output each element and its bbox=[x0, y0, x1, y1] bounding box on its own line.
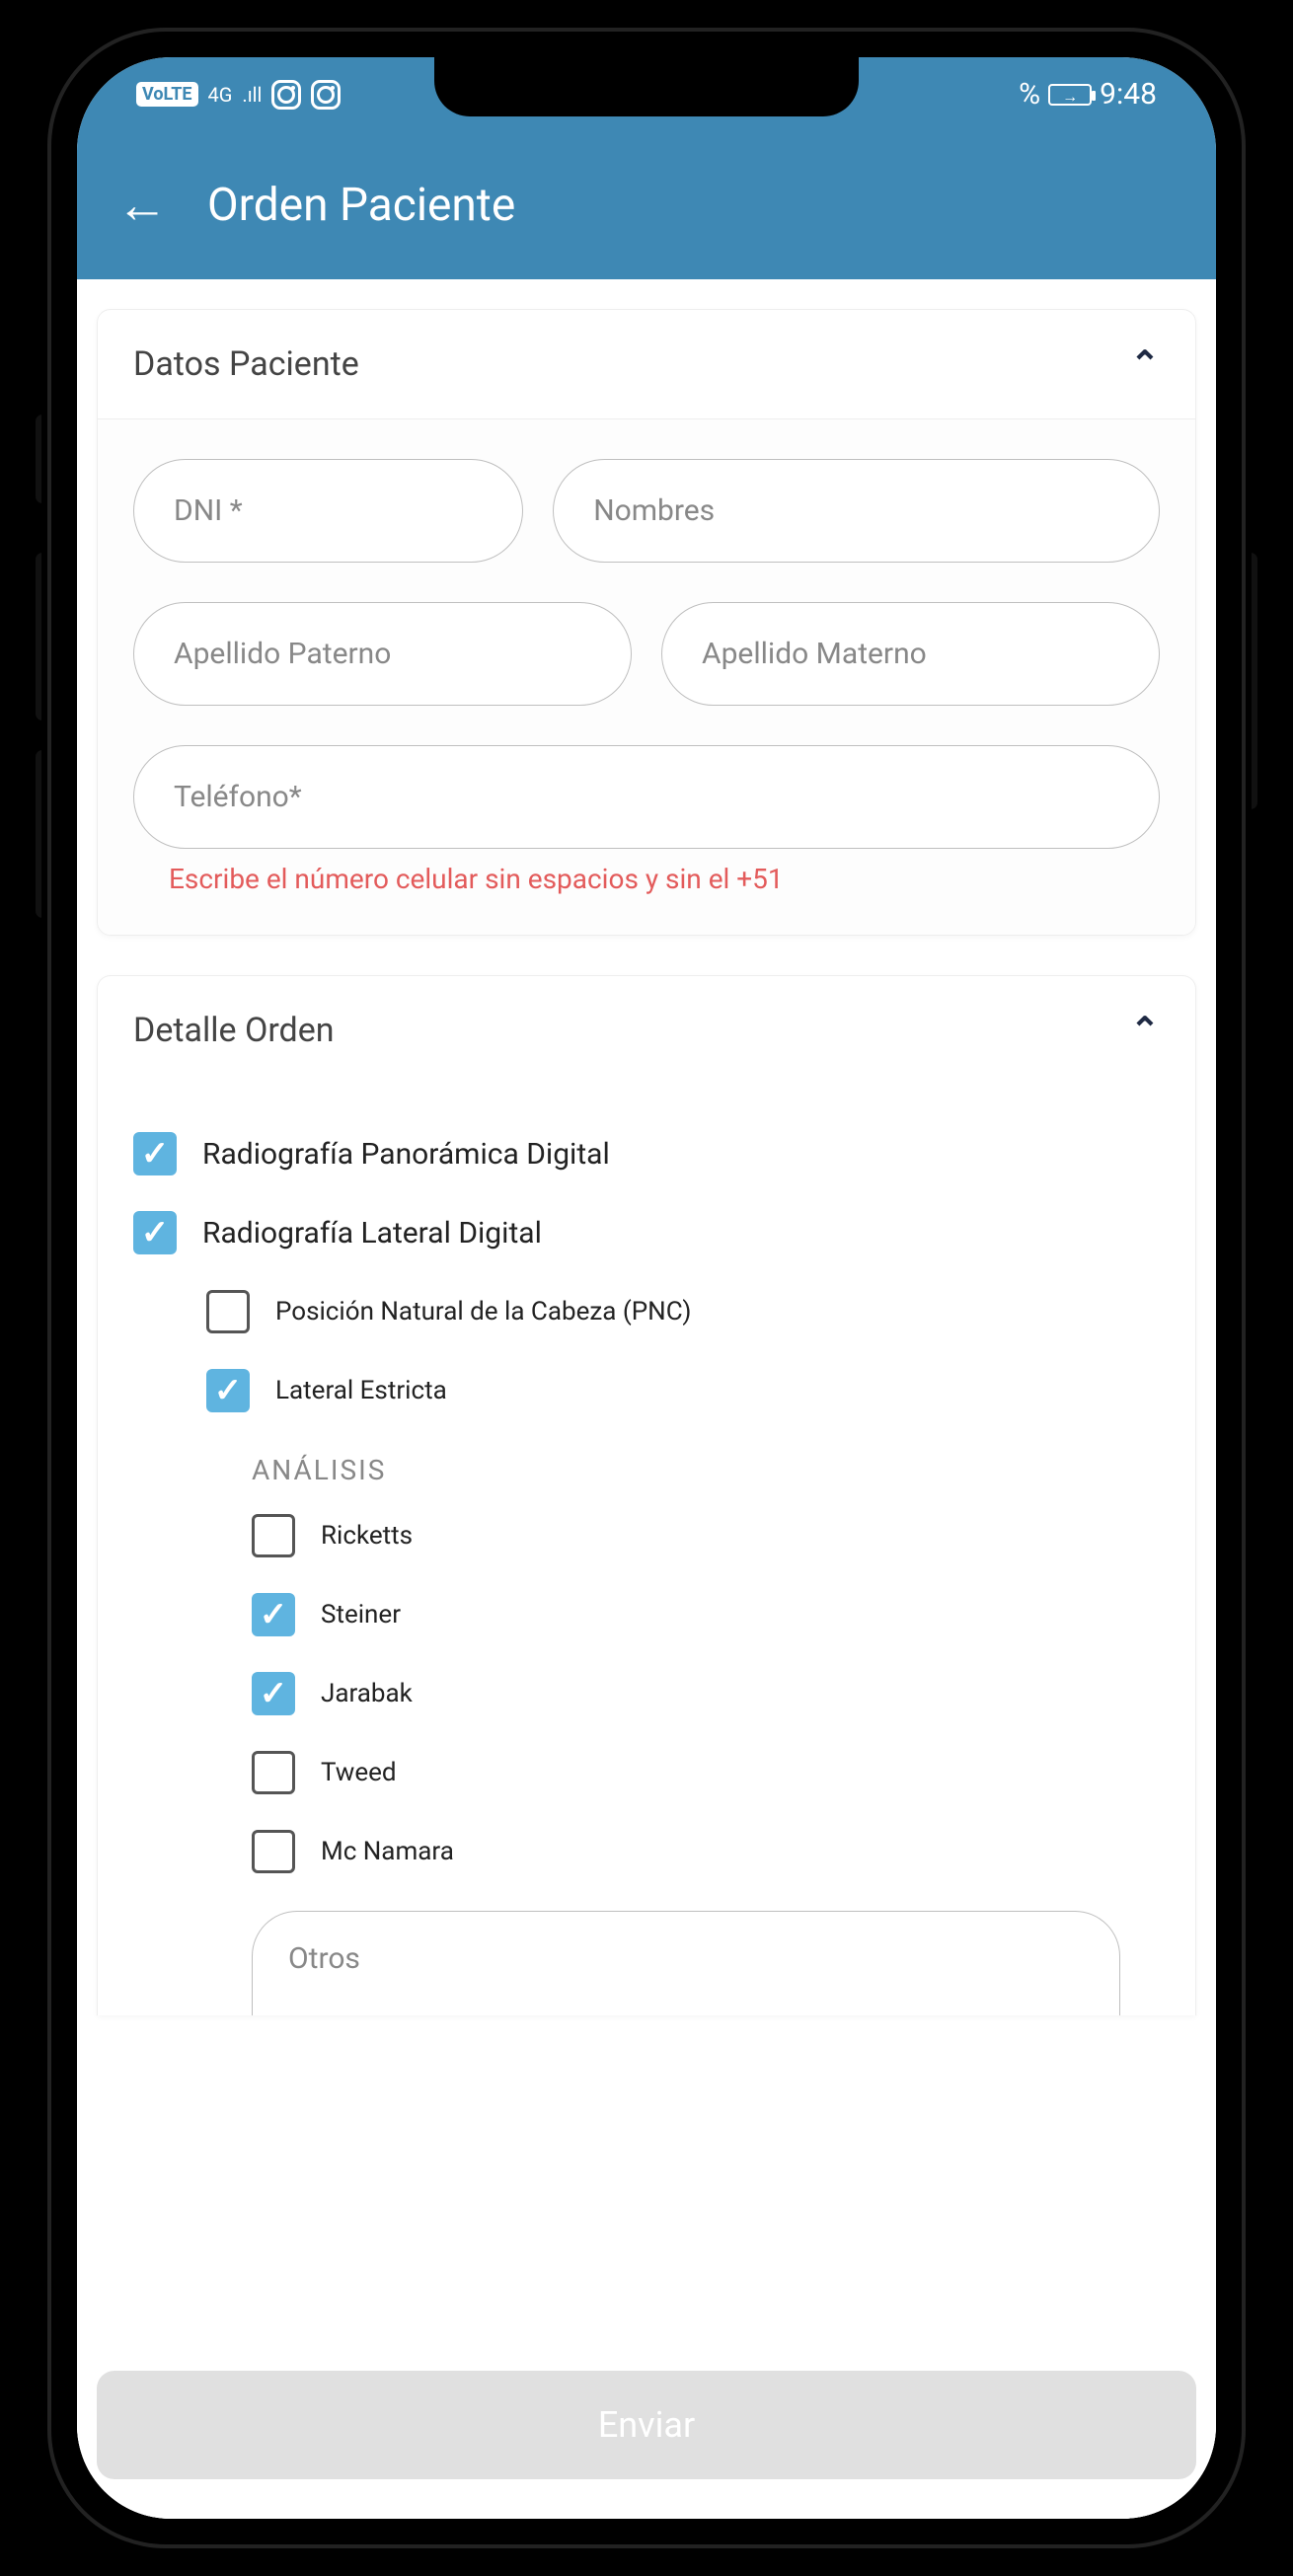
order-card: Detalle Orden ⌃ Radiografía Panorámica D… bbox=[97, 975, 1196, 2015]
checkbox-label: Mc Namara bbox=[321, 1837, 454, 1866]
back-button[interactable]: ← bbox=[116, 180, 168, 231]
checkbox-row-ricketts[interactable]: Ricketts bbox=[133, 1496, 1160, 1575]
checkbox-label: Tweed bbox=[321, 1758, 397, 1787]
patient-card-body: DNI * Nombres Apellido Paterno Apellido … bbox=[98, 418, 1195, 935]
checkbox-icon bbox=[252, 1593, 295, 1636]
analisis-label: ANÁLISIS bbox=[133, 1430, 1160, 1496]
otros-field[interactable]: Otros bbox=[252, 1911, 1120, 2015]
chevron-up-icon: ⌃ bbox=[1130, 343, 1160, 385]
checkbox-row-jarabak[interactable]: Jarabak bbox=[133, 1654, 1160, 1733]
instagram-icon bbox=[271, 80, 301, 110]
checkbox-row-mcnamara[interactable]: Mc Namara bbox=[133, 1812, 1160, 1891]
checkbox-label: Ricketts bbox=[321, 1521, 413, 1551]
page-title: Orden Paciente bbox=[207, 179, 515, 232]
patient-card-header[interactable]: Datos Paciente ⌃ bbox=[98, 310, 1195, 418]
checkbox-label: Lateral Estricta bbox=[275, 1376, 447, 1405]
patient-card: Datos Paciente ⌃ DNI * Nombres Apellido … bbox=[97, 309, 1196, 936]
apellido-materno-field[interactable]: Apellido Materno bbox=[661, 602, 1160, 706]
nombres-field[interactable]: Nombres bbox=[553, 459, 1160, 563]
patient-section-title: Datos Paciente bbox=[133, 344, 359, 384]
checkbox-icon bbox=[252, 1751, 295, 1794]
chevron-up-icon: ⌃ bbox=[1130, 1010, 1160, 1051]
checkbox-icon bbox=[133, 1132, 177, 1175]
checkbox-row-steiner[interactable]: Steiner bbox=[133, 1575, 1160, 1654]
checkbox-icon bbox=[252, 1672, 295, 1715]
status-right: % → 9:48 bbox=[1019, 77, 1157, 112]
clock: 9:48 bbox=[1100, 77, 1157, 112]
checkbox-icon bbox=[206, 1369, 250, 1412]
dni-field[interactable]: DNI * bbox=[133, 459, 523, 563]
checkbox-icon bbox=[206, 1290, 250, 1333]
status-left: VoLTE 4G .ıll bbox=[136, 80, 341, 110]
battery-percent-icon: % bbox=[1019, 77, 1040, 112]
order-card-body: Radiografía Panorámica Digital Radiograf… bbox=[98, 1085, 1195, 2015]
device-screen: VoLTE 4G .ıll % → 9:48 ← Orden Paciente bbox=[77, 57, 1216, 2519]
content-area: Datos Paciente ⌃ DNI * Nombres Apellido … bbox=[77, 279, 1216, 2519]
volte-badge: VoLTE bbox=[136, 82, 198, 107]
checkbox-row-panoramica[interactable]: Radiografía Panorámica Digital bbox=[133, 1114, 1160, 1193]
signal-icon: .ıll bbox=[242, 83, 262, 107]
device-power-button bbox=[1244, 553, 1257, 809]
battery-icon: → bbox=[1048, 84, 1092, 106]
order-card-header[interactable]: Detalle Orden ⌃ bbox=[98, 976, 1195, 1085]
instagram-icon-2 bbox=[311, 80, 341, 110]
device-frame: VoLTE 4G .ıll % → 9:48 ← Orden Paciente bbox=[47, 28, 1246, 2548]
app-bar: ← Orden Paciente bbox=[77, 131, 1216, 279]
checkbox-icon bbox=[133, 1211, 177, 1254]
apellido-paterno-field[interactable]: Apellido Paterno bbox=[133, 602, 632, 706]
network-indicator: 4G bbox=[208, 83, 233, 107]
checkbox-row-pnc[interactable]: Posición Natural de la Cabeza (PNC) bbox=[133, 1272, 1160, 1351]
checkbox-row-lateral[interactable]: Radiografía Lateral Digital bbox=[133, 1193, 1160, 1272]
checkbox-label: Steiner bbox=[321, 1600, 401, 1629]
checkbox-label: Posición Natural de la Cabeza (PNC) bbox=[275, 1297, 691, 1326]
checkbox-label: Radiografía Panorámica Digital bbox=[202, 1137, 610, 1172]
submit-bar: Enviar bbox=[77, 2371, 1216, 2519]
scroll-area[interactable]: Datos Paciente ⌃ DNI * Nombres Apellido … bbox=[77, 279, 1216, 2381]
submit-button[interactable]: Enviar bbox=[97, 2371, 1196, 2479]
order-section-title: Detalle Orden bbox=[133, 1011, 335, 1050]
device-notch bbox=[434, 57, 859, 116]
checkbox-label: Radiografía Lateral Digital bbox=[202, 1216, 542, 1250]
checkbox-row-estricta[interactable]: Lateral Estricta bbox=[133, 1351, 1160, 1430]
checkbox-icon bbox=[252, 1514, 295, 1557]
telefono-hint: Escribe el número celular sin espacios y… bbox=[133, 859, 1160, 905]
checkbox-label: Jarabak bbox=[321, 1679, 413, 1708]
checkbox-row-tweed[interactable]: Tweed bbox=[133, 1733, 1160, 1812]
checkbox-icon bbox=[252, 1830, 295, 1873]
telefono-field[interactable]: Teléfono* bbox=[133, 745, 1160, 849]
